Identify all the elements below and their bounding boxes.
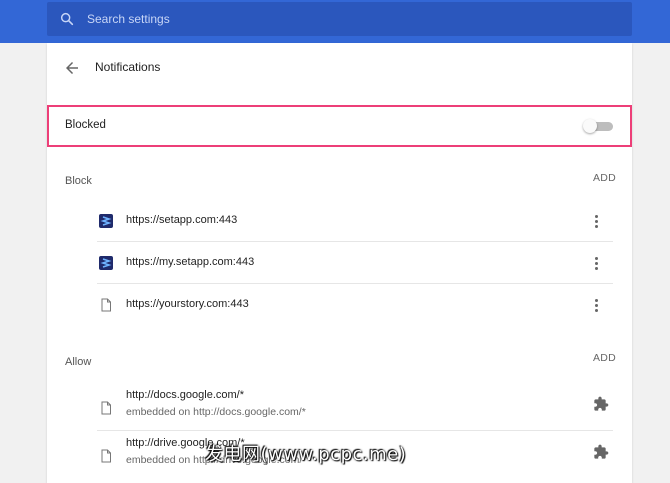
blocked-label: Blocked [65, 119, 106, 131]
allow-add-button[interactable]: ADD [593, 352, 616, 364]
block-site-row: https://my.setapp.com:443 [97, 243, 613, 284]
page-icon [101, 449, 111, 463]
page-title: Notifications [95, 60, 161, 74]
site-url: http://docs.google.com/* [126, 389, 245, 401]
search-icon [60, 12, 74, 26]
block-add-button[interactable]: ADD [593, 172, 616, 184]
block-site-row: https://setapp.com:443 [97, 201, 613, 242]
watermark-text: 发电网(www.pcpc.me) [205, 444, 407, 465]
allow-section-title: Allow [65, 356, 92, 368]
arrow-back-icon[interactable] [63, 59, 81, 77]
more-vert-icon[interactable] [593, 255, 601, 271]
blocked-setting-row[interactable]: Blocked [47, 105, 632, 147]
site-url: https://setapp.com:443 [126, 214, 238, 226]
top-bar [0, 0, 670, 43]
notifications-card: Notifications Blocked Block ADD https://… [47, 43, 632, 483]
setapp-favicon-icon [99, 256, 113, 270]
search-box[interactable] [47, 2, 632, 36]
site-url: https://my.setapp.com:443 [126, 256, 255, 268]
block-site-row: https://yourstory.com:443 [97, 285, 613, 325]
setapp-favicon-icon [99, 214, 113, 228]
page-icon [101, 298, 111, 312]
allow-site-row: http://docs.google.com/* embedded on htt… [97, 384, 613, 431]
search-input[interactable] [87, 2, 617, 36]
toggle-knob [583, 119, 597, 133]
embedded-on-text: embedded on http://docs.google.com/* [126, 406, 306, 418]
more-vert-icon[interactable] [593, 213, 601, 229]
block-section-title: Block [65, 175, 92, 187]
extension-icon[interactable] [593, 444, 609, 460]
extension-icon[interactable] [593, 396, 609, 412]
site-url: https://yourstory.com:443 [126, 298, 249, 310]
more-vert-icon[interactable] [593, 297, 601, 313]
blocked-toggle[interactable] [583, 119, 613, 133]
page-icon [101, 401, 111, 415]
